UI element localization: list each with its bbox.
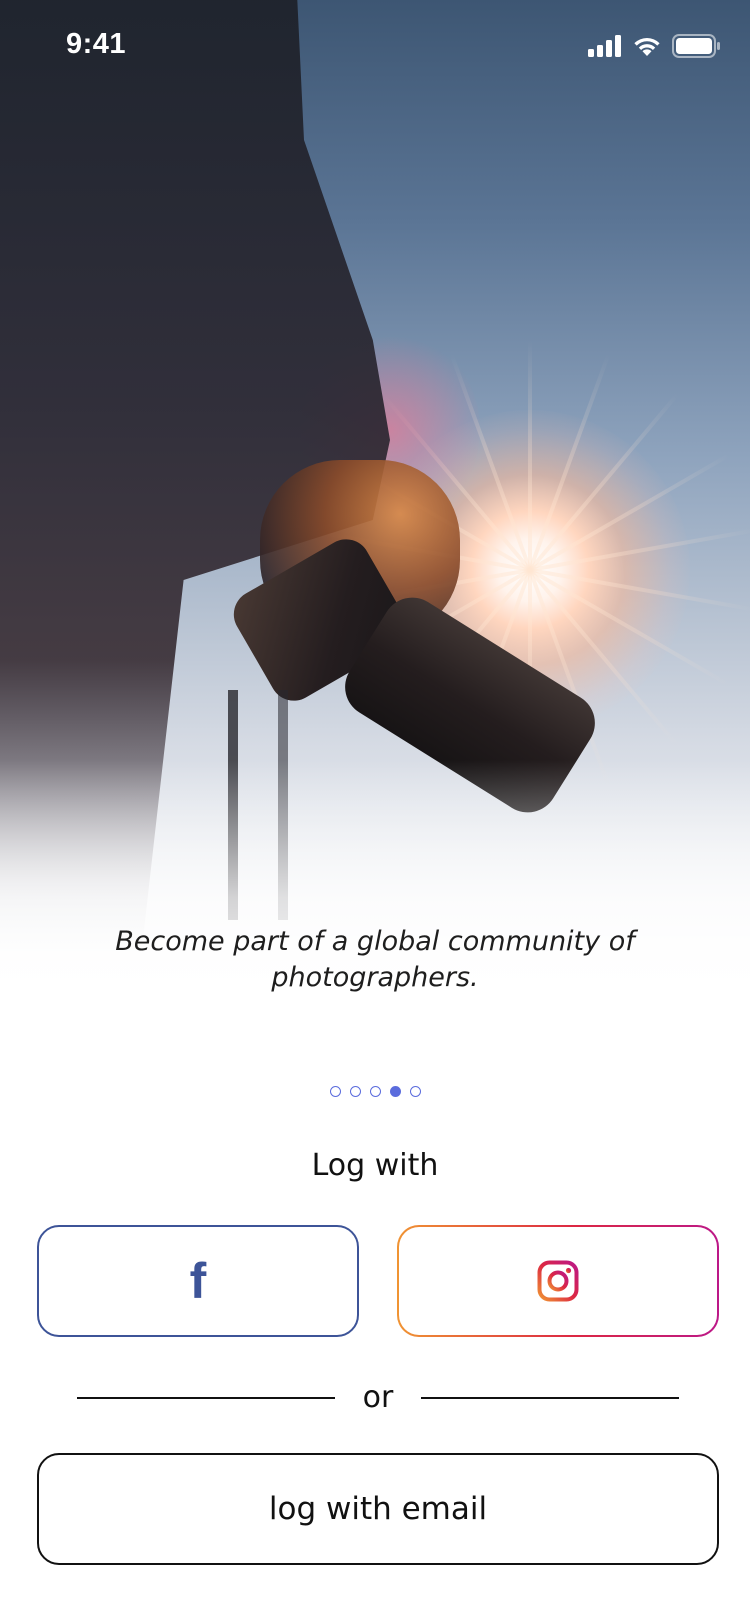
wifi-icon (634, 37, 660, 56)
battery-icon (672, 34, 720, 58)
divider-line-left (77, 1397, 335, 1399)
or-text: or (362, 1380, 394, 1415)
status-bar: 9:41 (0, 0, 750, 92)
page-dot[interactable] (409, 1086, 421, 1097)
onboarding-caption: Become part of a global community of pho… (115, 926, 635, 993)
facebook-login-button[interactable]: f (37, 1225, 359, 1337)
cellular-signal-icon (588, 35, 621, 57)
status-icons (588, 34, 720, 58)
page-dot-active[interactable] (389, 1086, 401, 1097)
divider-line-right (421, 1397, 680, 1399)
status-time: 9:41 (66, 28, 127, 60)
facebook-icon: f (189, 1253, 207, 1309)
hero-photo (0, 0, 750, 1010)
log-with-title: Log with (311, 1148, 439, 1183)
email-login-button[interactable]: log with email (37, 1453, 719, 1565)
page-dot[interactable] (369, 1086, 381, 1097)
page-dot[interactable] (329, 1086, 341, 1097)
instagram-login-button[interactable] (397, 1225, 719, 1337)
instagram-icon (537, 1260, 579, 1302)
page-indicator (0, 1086, 750, 1097)
page-dot[interactable] (349, 1086, 361, 1097)
or-divider: or (77, 1378, 680, 1418)
